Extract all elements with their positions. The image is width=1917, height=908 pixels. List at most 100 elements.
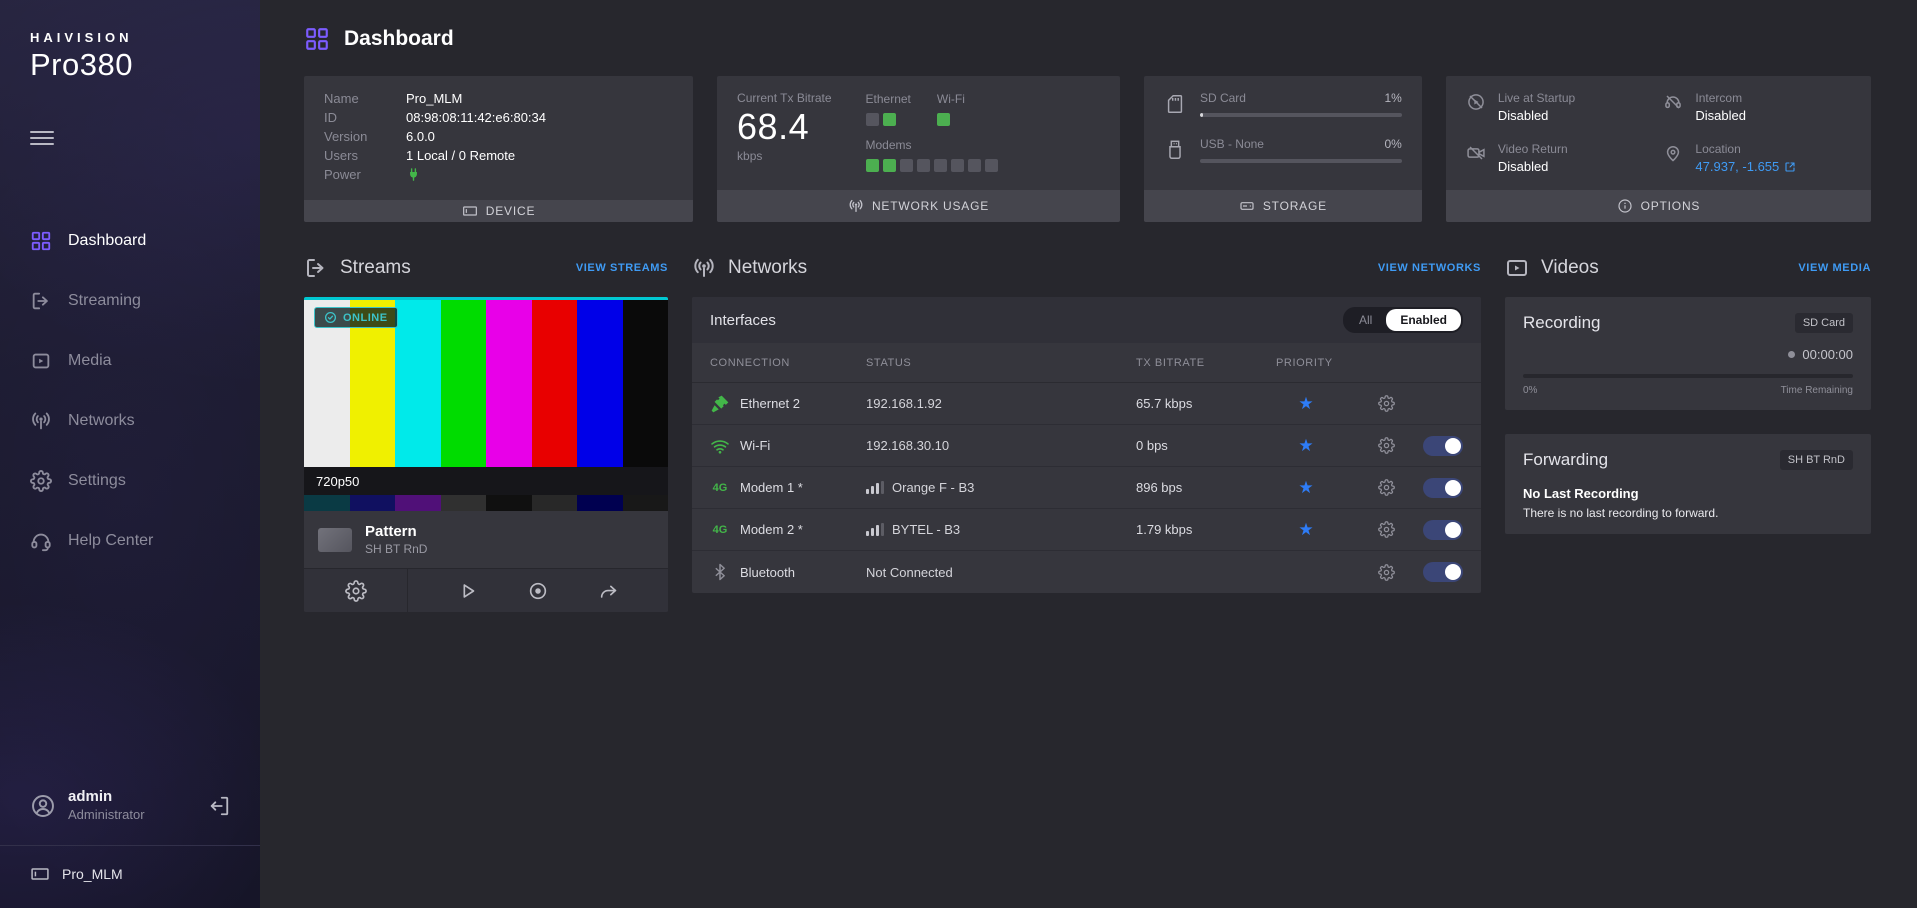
stream-settings-icon[interactable]: [345, 580, 367, 602]
connection-status: 192.168.1.92: [866, 396, 942, 411]
storage-card-body: SD Card 1% USB - None: [1144, 76, 1422, 190]
interface-settings-icon[interactable]: [1378, 437, 1395, 454]
sd-card-label: SD Card: [1200, 91, 1246, 105]
device-name-label: Name: [324, 91, 406, 106]
storage-footer-button[interactable]: STORAGE: [1144, 190, 1422, 222]
video-play-icon: [1505, 256, 1529, 280]
recording-percent: 0%: [1523, 385, 1537, 396]
status-square: [900, 159, 913, 172]
resolution-label: 720p50: [316, 474, 359, 489]
stream-controls: [304, 568, 668, 612]
connection-bitrate: 896 bps: [1136, 480, 1276, 495]
check-circle-icon: [324, 311, 337, 324]
location-link[interactable]: 47.937, -1.655: [1695, 159, 1796, 174]
forward-button[interactable]: [598, 580, 620, 602]
view-media-link[interactable]: VIEW MEDIA: [1798, 262, 1871, 274]
sidebar-item-networks[interactable]: Networks: [0, 391, 260, 451]
stream-out-icon: [30, 290, 52, 312]
option-label: Intercom: [1695, 91, 1746, 105]
resolution-band: 720p50: [304, 467, 668, 495]
view-networks-link[interactable]: VIEW NETWORKS: [1378, 262, 1481, 274]
forwarding-card: Forwarding SH BT RnD No Last Recording T…: [1505, 434, 1871, 534]
videos-column: Videos VIEW MEDIA Recording SD Card 00:0…: [1505, 222, 1871, 534]
interface-settings-icon[interactable]: [1378, 521, 1395, 538]
interface-toggle[interactable]: [1423, 520, 1463, 540]
content-row: Streams VIEW STREAMS 720p50: [304, 222, 1871, 612]
sidebar-item-help-center[interactable]: Help Center: [0, 511, 260, 571]
connection-status: 192.168.30.10: [866, 438, 949, 453]
network-usage-footer-button[interactable]: NETWORK USAGE: [717, 190, 1120, 222]
logout-icon[interactable]: [208, 795, 230, 817]
priority-star-icon[interactable]: ★: [1296, 395, 1316, 412]
storage-icon: [1239, 198, 1255, 214]
priority-star-icon[interactable]: ★: [1296, 437, 1316, 454]
online-label: ONLINE: [343, 312, 388, 324]
sidebar-divider: [0, 845, 260, 846]
device-footer-button[interactable]: DEVICE: [304, 200, 693, 222]
device-power-label: Power: [324, 167, 406, 185]
sidebar-item-dashboard[interactable]: Dashboard: [0, 211, 260, 271]
priority-star-icon[interactable]: ★: [1296, 521, 1316, 538]
device-icon: [462, 203, 478, 219]
interface-toggle[interactable]: [1423, 562, 1463, 582]
connection-bitrate: 1.79 kbps: [1136, 522, 1276, 537]
ethernet-status: Ethernet: [866, 92, 911, 126]
network-usage-body: Current Tx Bitrate 68.4 kbps Ethernet Wi…: [717, 76, 1120, 190]
4g-icon: 4G: [710, 524, 730, 536]
wifi-status-squares: [937, 113, 965, 126]
videos-title: Videos: [1541, 257, 1599, 279]
filter-enabled-button[interactable]: Enabled: [1386, 309, 1461, 331]
option-label: Video Return: [1498, 142, 1568, 156]
usb-icon: [1164, 139, 1186, 161]
device-name-row: Pro_MLM: [0, 864, 260, 884]
dashboard-grid-icon: [30, 230, 52, 252]
status-square: [883, 159, 896, 172]
filter-all-button[interactable]: All: [1345, 309, 1386, 331]
connection-bitrate: 0 bps: [1136, 438, 1276, 453]
option-label: Location: [1695, 142, 1796, 156]
user-name: admin: [68, 788, 196, 807]
play-stream-button[interactable]: [457, 580, 479, 602]
videos-header: Videos VIEW MEDIA: [1505, 256, 1871, 280]
sd-card-row: SD Card 1%: [1164, 91, 1402, 117]
interface-settings-icon[interactable]: [1378, 479, 1395, 496]
sidebar-item-streaming[interactable]: Streaming: [0, 271, 260, 331]
recording-target-badge: SD Card: [1795, 313, 1853, 333]
interface-settings-icon[interactable]: [1378, 395, 1395, 412]
networks-title: Networks: [728, 257, 807, 279]
options-footer-button[interactable]: OPTIONS: [1446, 190, 1871, 222]
table-row-modem1: 4G Modem 1 * Orange F - B3 896 bps ★: [692, 467, 1481, 509]
status-square: [985, 159, 998, 172]
sidebar-item-label: Help Center: [68, 532, 153, 550]
recording-time: 00:00:00: [1802, 347, 1853, 362]
4g-icon: 4G: [710, 482, 730, 494]
option-value: Disabled: [1498, 159, 1568, 174]
view-streams-link[interactable]: VIEW STREAMS: [576, 262, 668, 274]
networks-header: Networks VIEW NETWORKS: [692, 256, 1481, 280]
stream-thumbnail[interactable]: 720p50 ONLINE: [304, 297, 668, 511]
column-priority: PRIORITY: [1276, 357, 1463, 369]
tx-bitrate-label: Current Tx Bitrate: [737, 91, 831, 105]
device-power-value: [406, 167, 673, 185]
record-indicator-dot: [1788, 351, 1795, 358]
menu-toggle-button[interactable]: [30, 127, 54, 149]
column-connection: CONNECTION: [710, 357, 866, 369]
interface-toggle[interactable]: [1423, 478, 1463, 498]
modems-status: Modems: [866, 138, 998, 172]
sidebar-item-settings[interactable]: Settings: [0, 451, 260, 511]
modems-label: Modems: [866, 138, 998, 152]
interface-toggle[interactable]: [1423, 436, 1463, 456]
record-button[interactable]: [527, 580, 549, 602]
tx-bitrate-value: 68.4: [737, 107, 831, 147]
priority-star-icon[interactable]: ★: [1296, 479, 1316, 496]
sidebar-item-media[interactable]: Media: [0, 331, 260, 391]
stream-card: 720p50 ONLINE: [304, 297, 668, 612]
location-option: Location 47.937, -1.655: [1663, 142, 1851, 175]
interface-settings-icon[interactable]: [1378, 564, 1395, 581]
product-name: Pro380: [30, 47, 230, 83]
device-icon: [30, 864, 50, 884]
recording-progress: [1523, 374, 1853, 378]
stream-info-row: Pattern SH BT RnD: [304, 511, 668, 568]
user-account[interactable]: admin Administrator: [0, 788, 260, 823]
option-label: Live at Startup: [1498, 91, 1575, 105]
